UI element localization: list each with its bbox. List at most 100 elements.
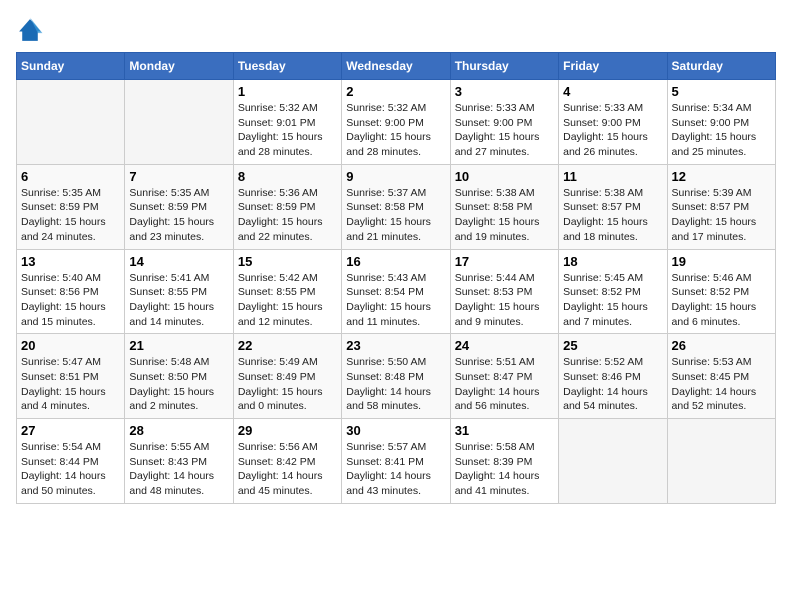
day-info: Sunrise: 5:45 AMSunset: 8:52 PMDaylight:… (563, 271, 662, 330)
calendar-cell: 23 Sunrise: 5:50 AMSunset: 8:48 PMDayligh… (342, 334, 450, 419)
day-info: Sunrise: 5:43 AMSunset: 8:54 PMDaylight:… (346, 271, 445, 330)
day-number: 12 (672, 169, 771, 184)
calendar-cell: 17 Sunrise: 5:44 AMSunset: 8:53 PMDayligh… (450, 249, 558, 334)
calendar-cell: 16 Sunrise: 5:43 AMSunset: 8:54 PMDayligh… (342, 249, 450, 334)
calendar-cell: 19 Sunrise: 5:46 AMSunset: 8:52 PMDayligh… (667, 249, 775, 334)
calendar-week-row: 6Sunrise: 5:35 AMSunset: 8:59 PMDaylight… (17, 164, 776, 249)
day-number: 22 (238, 338, 337, 353)
calendar-cell: 22 Sunrise: 5:49 AMSunset: 8:49 PMDayligh… (233, 334, 341, 419)
calendar-cell: 7 Sunrise: 5:35 AMSunset: 8:59 PMDaylight… (125, 164, 233, 249)
day-number: 24 (455, 338, 554, 353)
calendar-cell: 15 Sunrise: 5:42 AMSunset: 8:55 PMDayligh… (233, 249, 341, 334)
calendar-cell: 20 Sunrise: 5:47 AMSunset: 8:51 PMDayligh… (17, 334, 125, 419)
day-info: Sunrise: 5:58 AMSunset: 8:39 PMDaylight:… (455, 440, 554, 499)
day-number: 23 (346, 338, 445, 353)
day-number: 1 (238, 84, 337, 99)
calendar-cell (17, 80, 125, 165)
day-number: 14 (129, 254, 228, 269)
page-header (16, 16, 776, 44)
day-number: 27 (21, 423, 120, 438)
day-info: Sunrise: 5:32 AMSunset: 9:01 PMDaylight:… (238, 101, 337, 160)
calendar-cell: 30 Sunrise: 5:57 AMSunset: 8:41 PMDayligh… (342, 419, 450, 504)
calendar-cell: 24 Sunrise: 5:51 AMSunset: 8:47 PMDayligh… (450, 334, 558, 419)
day-number: 29 (238, 423, 337, 438)
calendar-week-row: 1 Sunrise: 5:32 AMSunset: 9:01 PMDaylight… (17, 80, 776, 165)
day-info: Sunrise: 5:47 AMSunset: 8:51 PMDaylight:… (21, 355, 120, 414)
calendar-cell: 21Sunrise: 5:48 AMSunset: 8:50 PMDayligh… (125, 334, 233, 419)
day-info: Sunrise: 5:38 AMSunset: 8:58 PMDaylight:… (455, 186, 554, 245)
day-number: 7 (129, 169, 228, 184)
day-info: Sunrise: 5:53 AMSunset: 8:45 PMDaylight:… (672, 355, 771, 414)
weekday-header-thursday: Thursday (450, 53, 558, 80)
day-number: 21 (129, 338, 228, 353)
calendar-cell: 10 Sunrise: 5:38 AMSunset: 8:58 PMDayligh… (450, 164, 558, 249)
day-number: 5 (672, 84, 771, 99)
day-info: Sunrise: 5:36 AMSunset: 8:59 PMDaylight:… (238, 186, 337, 245)
calendar-cell: 2 Sunrise: 5:32 AMSunset: 9:00 PMDaylight… (342, 80, 450, 165)
day-info: Sunrise: 5:49 AMSunset: 8:49 PMDaylight:… (238, 355, 337, 414)
day-number: 13 (21, 254, 120, 269)
day-info: Sunrise: 5:57 AMSunset: 8:41 PMDaylight:… (346, 440, 445, 499)
calendar-cell: 13 Sunrise: 5:40 AMSunset: 8:56 PMDayligh… (17, 249, 125, 334)
day-info: Sunrise: 5:37 AMSunset: 8:58 PMDaylight:… (346, 186, 445, 245)
day-info: Sunrise: 5:34 AMSunset: 9:00 PMDaylight:… (672, 101, 771, 160)
day-info: Sunrise: 5:52 AMSunset: 8:46 PMDaylight:… (563, 355, 662, 414)
weekday-header-monday: Monday (125, 53, 233, 80)
day-info: Sunrise: 5:38 AMSunset: 8:57 PMDaylight:… (563, 186, 662, 245)
day-info: Sunrise: 5:55 AMSunset: 8:43 PMDaylight:… (129, 440, 228, 499)
day-number: 3 (455, 84, 554, 99)
day-number: 16 (346, 254, 445, 269)
logo (16, 16, 48, 44)
day-info: Sunrise: 5:41 AMSunset: 8:55 PMDaylight:… (129, 271, 228, 330)
weekday-header-tuesday: Tuesday (233, 53, 341, 80)
calendar-table: SundayMondayTuesdayWednesdayThursdayFrid… (16, 52, 776, 504)
day-info: Sunrise: 5:56 AMSunset: 8:42 PMDaylight:… (238, 440, 337, 499)
day-info: Sunrise: 5:33 AMSunset: 9:00 PMDaylight:… (563, 101, 662, 160)
day-number: 8 (238, 169, 337, 184)
day-info: Sunrise: 5:35 AMSunset: 8:59 PMDaylight:… (129, 186, 228, 245)
day-number: 31 (455, 423, 554, 438)
calendar-cell: 28 Sunrise: 5:55 AMSunset: 8:43 PMDayligh… (125, 419, 233, 504)
calendar-cell: 31 Sunrise: 5:58 AMSunset: 8:39 PMDayligh… (450, 419, 558, 504)
day-number: 20 (21, 338, 120, 353)
day-info: Sunrise: 5:32 AMSunset: 9:00 PMDaylight:… (346, 101, 445, 160)
calendar-week-row: 20 Sunrise: 5:47 AMSunset: 8:51 PMDayligh… (17, 334, 776, 419)
calendar-week-row: 27 Sunrise: 5:54 AMSunset: 8:44 PMDayligh… (17, 419, 776, 504)
day-info: Sunrise: 5:54 AMSunset: 8:44 PMDaylight:… (21, 440, 120, 499)
calendar-cell: 18Sunrise: 5:45 AMSunset: 8:52 PMDayligh… (559, 249, 667, 334)
day-number: 25 (563, 338, 662, 353)
day-info: Sunrise: 5:51 AMSunset: 8:47 PMDaylight:… (455, 355, 554, 414)
calendar-cell: 1 Sunrise: 5:32 AMSunset: 9:01 PMDaylight… (233, 80, 341, 165)
calendar-week-row: 13 Sunrise: 5:40 AMSunset: 8:56 PMDayligh… (17, 249, 776, 334)
calendar-cell: 9 Sunrise: 5:37 AMSunset: 8:58 PMDaylight… (342, 164, 450, 249)
day-number: 4 (563, 84, 662, 99)
calendar-cell: 12 Sunrise: 5:39 AMSunset: 8:57 PMDayligh… (667, 164, 775, 249)
day-number: 26 (672, 338, 771, 353)
calendar-cell: 25 Sunrise: 5:52 AMSunset: 8:46 PMDayligh… (559, 334, 667, 419)
calendar-cell: 5 Sunrise: 5:34 AMSunset: 9:00 PMDaylight… (667, 80, 775, 165)
day-number: 30 (346, 423, 445, 438)
weekday-header-sunday: Sunday (17, 53, 125, 80)
day-info: Sunrise: 5:40 AMSunset: 8:56 PMDaylight:… (21, 271, 120, 330)
day-number: 10 (455, 169, 554, 184)
day-info: Sunrise: 5:50 AMSunset: 8:48 PMDaylight:… (346, 355, 445, 414)
day-number: 19 (672, 254, 771, 269)
weekday-header-saturday: Saturday (667, 53, 775, 80)
calendar-cell (667, 419, 775, 504)
day-number: 9 (346, 169, 445, 184)
weekday-header-row: SundayMondayTuesdayWednesdayThursdayFrid… (17, 53, 776, 80)
calendar-cell: 11Sunrise: 5:38 AMSunset: 8:57 PMDayligh… (559, 164, 667, 249)
day-info: Sunrise: 5:39 AMSunset: 8:57 PMDaylight:… (672, 186, 771, 245)
day-info: Sunrise: 5:46 AMSunset: 8:52 PMDaylight:… (672, 271, 771, 330)
day-info: Sunrise: 5:42 AMSunset: 8:55 PMDaylight:… (238, 271, 337, 330)
calendar-cell: 14 Sunrise: 5:41 AMSunset: 8:55 PMDayligh… (125, 249, 233, 334)
day-info: Sunrise: 5:44 AMSunset: 8:53 PMDaylight:… (455, 271, 554, 330)
weekday-header-friday: Friday (559, 53, 667, 80)
calendar-cell: 27 Sunrise: 5:54 AMSunset: 8:44 PMDayligh… (17, 419, 125, 504)
calendar-cell (559, 419, 667, 504)
day-number: 15 (238, 254, 337, 269)
day-number: 2 (346, 84, 445, 99)
calendar-cell: 8 Sunrise: 5:36 AMSunset: 8:59 PMDaylight… (233, 164, 341, 249)
day-number: 28 (129, 423, 228, 438)
day-number: 17 (455, 254, 554, 269)
